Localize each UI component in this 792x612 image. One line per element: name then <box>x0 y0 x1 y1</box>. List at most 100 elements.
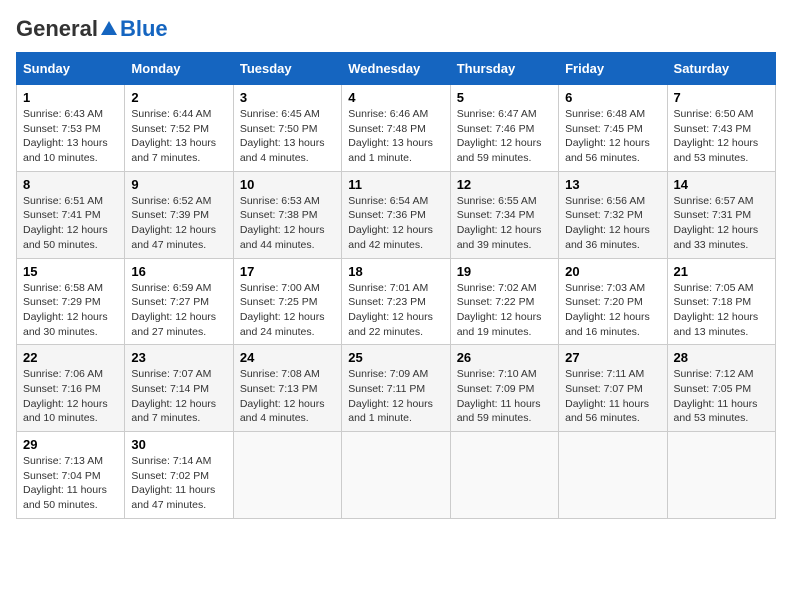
day-detail: Sunrise: 7:11 AMSunset: 7:07 PMDaylight:… <box>565 368 649 424</box>
day-number: 5 <box>457 90 552 105</box>
logo-icon <box>99 19 119 39</box>
calendar-cell: 17 Sunrise: 7:00 AMSunset: 7:25 PMDaylig… <box>233 258 341 345</box>
calendar-cell: 6 Sunrise: 6:48 AMSunset: 7:45 PMDayligh… <box>559 85 667 172</box>
day-detail: Sunrise: 6:55 AMSunset: 7:34 PMDaylight:… <box>457 195 542 251</box>
day-detail: Sunrise: 6:46 AMSunset: 7:48 PMDaylight:… <box>348 108 433 164</box>
day-number: 13 <box>565 177 660 192</box>
day-number: 16 <box>131 264 226 279</box>
day-number: 19 <box>457 264 552 279</box>
calendar-cell: 16 Sunrise: 6:59 AMSunset: 7:27 PMDaylig… <box>125 258 233 345</box>
calendar-cell <box>233 432 341 519</box>
calendar-week-row: 15 Sunrise: 6:58 AMSunset: 7:29 PMDaylig… <box>17 258 776 345</box>
calendar-cell: 12 Sunrise: 6:55 AMSunset: 7:34 PMDaylig… <box>450 171 558 258</box>
day-detail: Sunrise: 7:10 AMSunset: 7:09 PMDaylight:… <box>457 368 541 424</box>
day-number: 9 <box>131 177 226 192</box>
day-number: 23 <box>131 350 226 365</box>
calendar-cell: 21 Sunrise: 7:05 AMSunset: 7:18 PMDaylig… <box>667 258 775 345</box>
day-number: 24 <box>240 350 335 365</box>
calendar-week-row: 22 Sunrise: 7:06 AMSunset: 7:16 PMDaylig… <box>17 345 776 432</box>
day-number: 26 <box>457 350 552 365</box>
calendar-cell <box>342 432 450 519</box>
calendar-cell: 1 Sunrise: 6:43 AMSunset: 7:53 PMDayligh… <box>17 85 125 172</box>
calendar-cell: 20 Sunrise: 7:03 AMSunset: 7:20 PMDaylig… <box>559 258 667 345</box>
day-detail: Sunrise: 6:53 AMSunset: 7:38 PMDaylight:… <box>240 195 325 251</box>
day-detail: Sunrise: 7:12 AMSunset: 7:05 PMDaylight:… <box>674 368 758 424</box>
day-number: 27 <box>565 350 660 365</box>
day-detail: Sunrise: 6:45 AMSunset: 7:50 PMDaylight:… <box>240 108 325 164</box>
day-detail: Sunrise: 6:50 AMSunset: 7:43 PMDaylight:… <box>674 108 759 164</box>
day-number: 25 <box>348 350 443 365</box>
calendar-cell: 4 Sunrise: 6:46 AMSunset: 7:48 PMDayligh… <box>342 85 450 172</box>
calendar-cell: 15 Sunrise: 6:58 AMSunset: 7:29 PMDaylig… <box>17 258 125 345</box>
day-number: 17 <box>240 264 335 279</box>
calendar-cell <box>450 432 558 519</box>
calendar-cell: 2 Sunrise: 6:44 AMSunset: 7:52 PMDayligh… <box>125 85 233 172</box>
calendar-cell: 24 Sunrise: 7:08 AMSunset: 7:13 PMDaylig… <box>233 345 341 432</box>
calendar-cell: 22 Sunrise: 7:06 AMSunset: 7:16 PMDaylig… <box>17 345 125 432</box>
logo-blue: Blue <box>120 16 168 42</box>
calendar-cell: 14 Sunrise: 6:57 AMSunset: 7:31 PMDaylig… <box>667 171 775 258</box>
calendar-cell <box>667 432 775 519</box>
calendar-cell: 11 Sunrise: 6:54 AMSunset: 7:36 PMDaylig… <box>342 171 450 258</box>
header-wednesday: Wednesday <box>342 53 450 85</box>
day-number: 22 <box>23 350 118 365</box>
calendar-cell: 27 Sunrise: 7:11 AMSunset: 7:07 PMDaylig… <box>559 345 667 432</box>
header: General Blue <box>16 16 776 42</box>
day-detail: Sunrise: 7:01 AMSunset: 7:23 PMDaylight:… <box>348 282 433 338</box>
calendar-cell: 7 Sunrise: 6:50 AMSunset: 7:43 PMDayligh… <box>667 85 775 172</box>
calendar-cell: 19 Sunrise: 7:02 AMSunset: 7:22 PMDaylig… <box>450 258 558 345</box>
day-number: 20 <box>565 264 660 279</box>
calendar-week-row: 8 Sunrise: 6:51 AMSunset: 7:41 PMDayligh… <box>17 171 776 258</box>
calendar-cell: 26 Sunrise: 7:10 AMSunset: 7:09 PMDaylig… <box>450 345 558 432</box>
day-detail: Sunrise: 6:47 AMSunset: 7:46 PMDaylight:… <box>457 108 542 164</box>
calendar-cell: 13 Sunrise: 6:56 AMSunset: 7:32 PMDaylig… <box>559 171 667 258</box>
day-number: 6 <box>565 90 660 105</box>
day-number: 14 <box>674 177 769 192</box>
calendar-cell: 30 Sunrise: 7:14 AMSunset: 7:02 PMDaylig… <box>125 432 233 519</box>
day-detail: Sunrise: 7:05 AMSunset: 7:18 PMDaylight:… <box>674 282 759 338</box>
header-tuesday: Tuesday <box>233 53 341 85</box>
day-detail: Sunrise: 7:06 AMSunset: 7:16 PMDaylight:… <box>23 368 108 424</box>
header-friday: Friday <box>559 53 667 85</box>
weekday-header-row: Sunday Monday Tuesday Wednesday Thursday… <box>17 53 776 85</box>
calendar-cell: 23 Sunrise: 7:07 AMSunset: 7:14 PMDaylig… <box>125 345 233 432</box>
day-detail: Sunrise: 6:56 AMSunset: 7:32 PMDaylight:… <box>565 195 650 251</box>
day-detail: Sunrise: 6:52 AMSunset: 7:39 PMDaylight:… <box>131 195 216 251</box>
day-detail: Sunrise: 7:00 AMSunset: 7:25 PMDaylight:… <box>240 282 325 338</box>
calendar-cell: 8 Sunrise: 6:51 AMSunset: 7:41 PMDayligh… <box>17 171 125 258</box>
calendar-cell: 29 Sunrise: 7:13 AMSunset: 7:04 PMDaylig… <box>17 432 125 519</box>
day-number: 12 <box>457 177 552 192</box>
day-detail: Sunrise: 7:03 AMSunset: 7:20 PMDaylight:… <box>565 282 650 338</box>
calendar-cell: 10 Sunrise: 6:53 AMSunset: 7:38 PMDaylig… <box>233 171 341 258</box>
header-sunday: Sunday <box>17 53 125 85</box>
day-detail: Sunrise: 6:54 AMSunset: 7:36 PMDaylight:… <box>348 195 433 251</box>
day-number: 30 <box>131 437 226 452</box>
calendar-cell: 25 Sunrise: 7:09 AMSunset: 7:11 PMDaylig… <box>342 345 450 432</box>
day-number: 18 <box>348 264 443 279</box>
header-monday: Monday <box>125 53 233 85</box>
day-number: 28 <box>674 350 769 365</box>
day-detail: Sunrise: 7:13 AMSunset: 7:04 PMDaylight:… <box>23 455 107 511</box>
day-number: 21 <box>674 264 769 279</box>
calendar-cell: 5 Sunrise: 6:47 AMSunset: 7:46 PMDayligh… <box>450 85 558 172</box>
day-number: 2 <box>131 90 226 105</box>
day-number: 7 <box>674 90 769 105</box>
day-detail: Sunrise: 6:43 AMSunset: 7:53 PMDaylight:… <box>23 108 108 164</box>
day-number: 29 <box>23 437 118 452</box>
calendar-cell: 28 Sunrise: 7:12 AMSunset: 7:05 PMDaylig… <box>667 345 775 432</box>
header-saturday: Saturday <box>667 53 775 85</box>
day-number: 3 <box>240 90 335 105</box>
day-detail: Sunrise: 7:08 AMSunset: 7:13 PMDaylight:… <box>240 368 325 424</box>
calendar-cell <box>559 432 667 519</box>
day-number: 1 <box>23 90 118 105</box>
logo-general: General <box>16 16 98 42</box>
calendar-week-row: 29 Sunrise: 7:13 AMSunset: 7:04 PMDaylig… <box>17 432 776 519</box>
day-detail: Sunrise: 7:09 AMSunset: 7:11 PMDaylight:… <box>348 368 433 424</box>
day-detail: Sunrise: 6:48 AMSunset: 7:45 PMDaylight:… <box>565 108 650 164</box>
calendar-cell: 3 Sunrise: 6:45 AMSunset: 7:50 PMDayligh… <box>233 85 341 172</box>
calendar-cell: 9 Sunrise: 6:52 AMSunset: 7:39 PMDayligh… <box>125 171 233 258</box>
day-number: 8 <box>23 177 118 192</box>
day-detail: Sunrise: 7:07 AMSunset: 7:14 PMDaylight:… <box>131 368 216 424</box>
day-detail: Sunrise: 7:02 AMSunset: 7:22 PMDaylight:… <box>457 282 542 338</box>
day-detail: Sunrise: 6:44 AMSunset: 7:52 PMDaylight:… <box>131 108 216 164</box>
